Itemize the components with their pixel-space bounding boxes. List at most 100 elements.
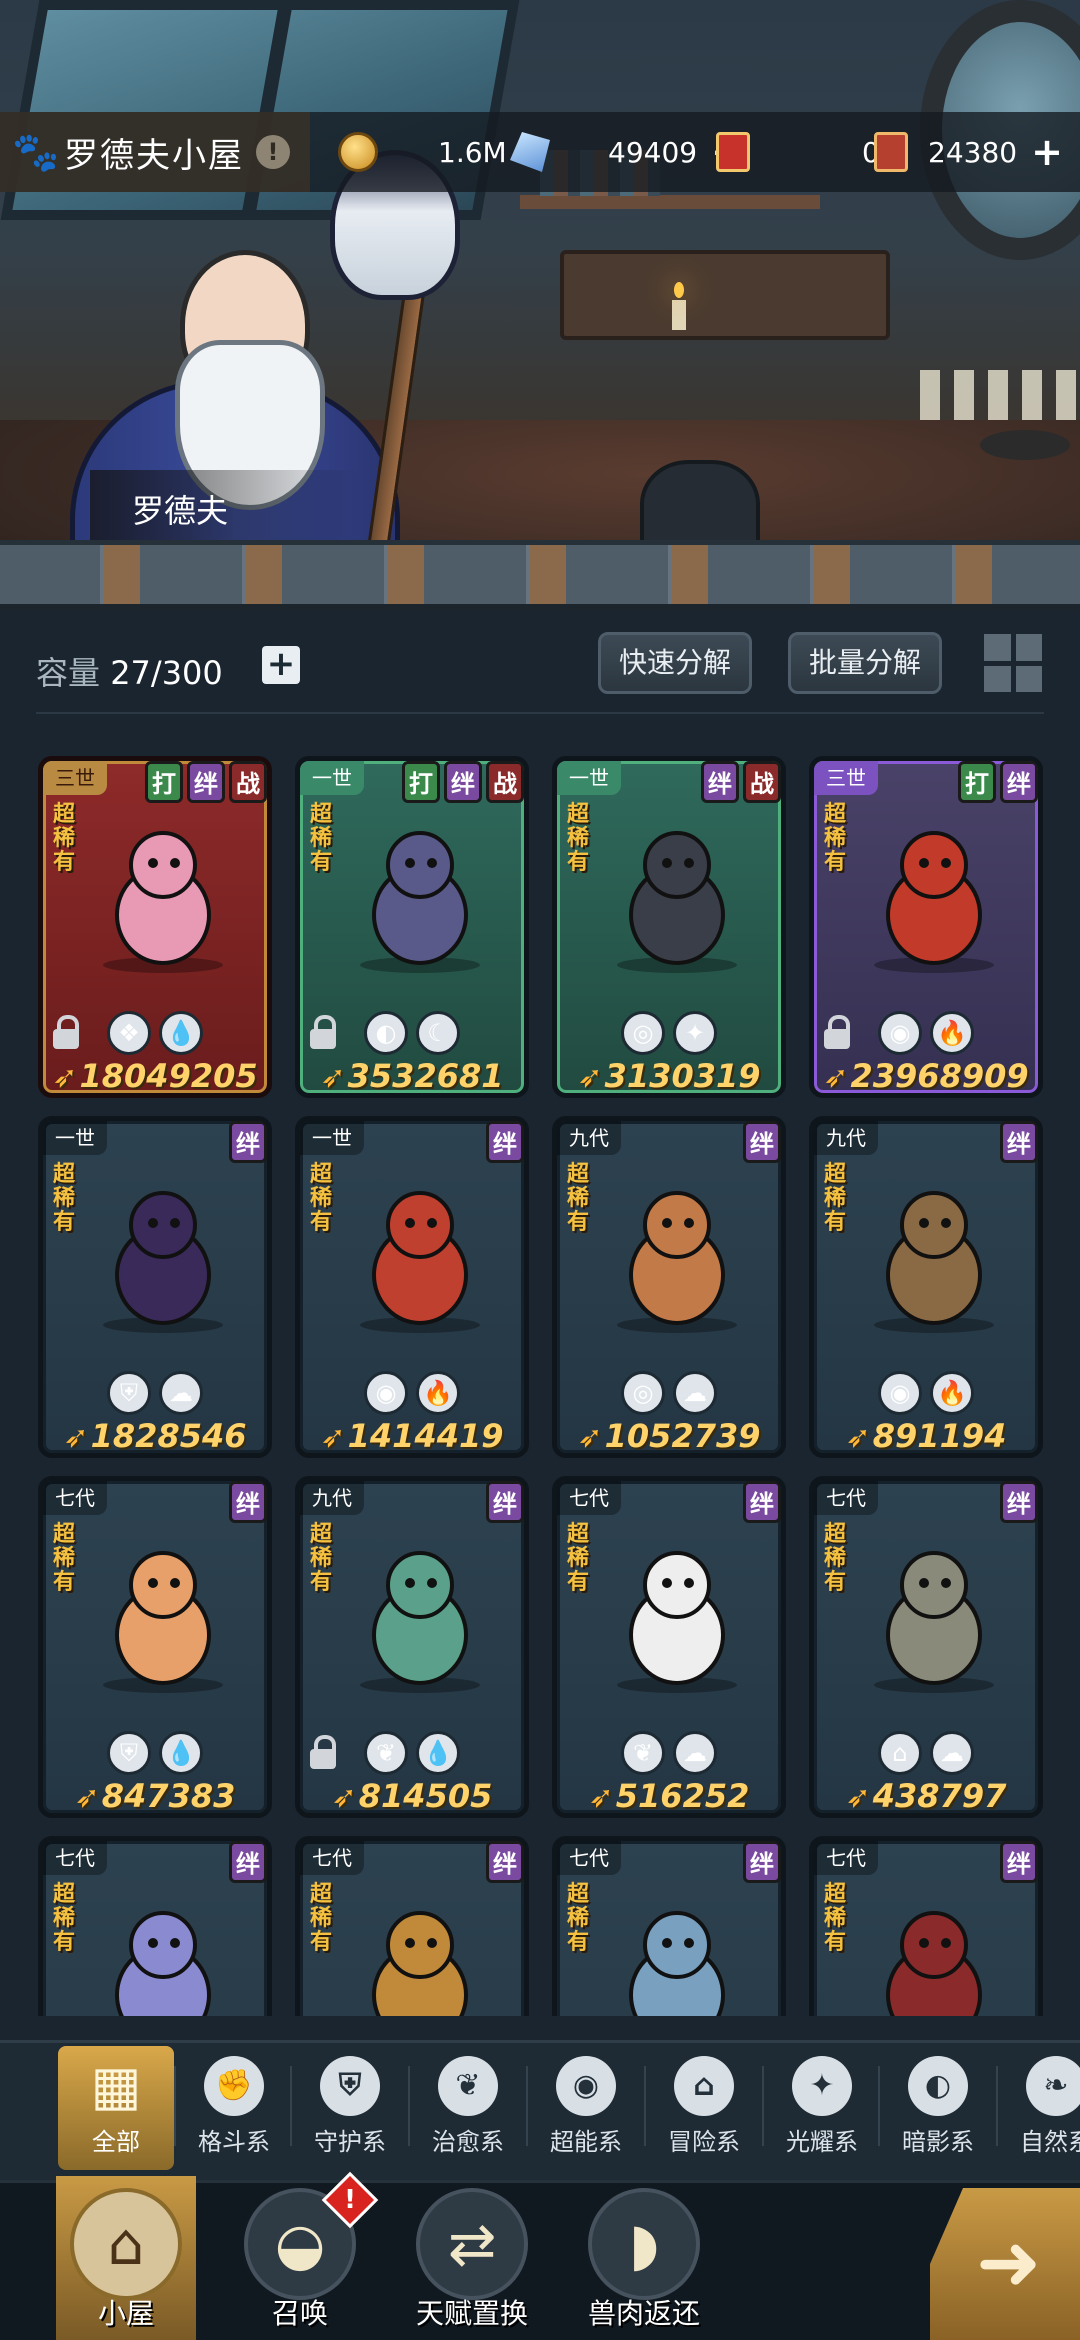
- category-tab[interactable]: ⌂ 冒险系: [646, 2046, 762, 2170]
- monster-card[interactable]: 七代绊超稀有 ❦ ☁ ➶516252: [552, 1476, 786, 1818]
- desk: [560, 250, 890, 340]
- power-arrow-icon: ➶: [845, 1780, 871, 1815]
- monster-portrait: [342, 1895, 498, 2016]
- element-icon: ☁: [673, 1731, 717, 1775]
- crystal-icon: [510, 132, 550, 172]
- category-tab[interactable]: ◐ 暗影系: [880, 2046, 996, 2170]
- card-tag: 打: [145, 761, 183, 803]
- ticket-resource: 0: [716, 112, 880, 192]
- category-tab[interactable]: ◉ 超能系: [528, 2046, 644, 2170]
- card-tag: 战: [743, 761, 781, 803]
- power-number: 516252: [615, 1777, 750, 1815]
- power-number: 3130319: [604, 1057, 761, 1095]
- generation-label: 七代: [300, 1841, 364, 1875]
- element-icon: ◉: [364, 1371, 408, 1415]
- power-number: 1828546: [90, 1417, 247, 1455]
- category-tab[interactable]: ▦ 全部: [58, 2046, 174, 2170]
- rarity-label: 超稀有: [567, 1522, 590, 1595]
- power-value: ➶1828546: [43, 1417, 267, 1455]
- category-tab[interactable]: ✦ 光耀系: [764, 2046, 880, 2170]
- lantern-icon: ⌂: [674, 2056, 734, 2116]
- rarity-label: 超稀有: [824, 1162, 847, 1235]
- monster-portrait: [85, 815, 241, 975]
- nav-label: 召唤: [271, 2297, 328, 2330]
- monster-card[interactable]: 一世绊超稀有 ◉ 🔥 ➶1414419: [295, 1116, 529, 1458]
- card-value: 24380: [928, 135, 1018, 169]
- scene-background: 罗德夫: [0, 0, 1080, 610]
- monster-portrait: [599, 1895, 755, 2016]
- monster-card[interactable]: 七代 绊超稀有: [38, 1836, 272, 2016]
- power-value: ➶3532681: [300, 1057, 524, 1095]
- gold-coin-icon: [338, 132, 378, 172]
- monster-card[interactable]: 九代绊超稀有 ◎ ☁ ➶1052739: [552, 1116, 786, 1458]
- power-number: 847383: [101, 1777, 236, 1815]
- card-tag: 绊: [1000, 1841, 1038, 1883]
- capacity-label: 容量 27/300: [36, 648, 223, 694]
- monster-card[interactable]: 七代 绊超稀有: [295, 1836, 529, 2016]
- rarity-label: 超稀有: [567, 1162, 590, 1235]
- rarity-label: 超稀有: [310, 1162, 333, 1235]
- info-icon[interactable]: !: [256, 135, 290, 169]
- rarity-label: 超稀有: [824, 1882, 847, 1955]
- card-tag: 绊: [229, 1481, 267, 1523]
- capacity-value: 27/300: [110, 654, 223, 692]
- card-resource: 24380 +: [874, 112, 1063, 192]
- power-value: ➶23968909: [814, 1057, 1038, 1095]
- rarity-label: 超稀有: [53, 1522, 76, 1595]
- monster-card[interactable]: 一世绊超稀有 ⛨ ☁ ➶1828546: [38, 1116, 272, 1458]
- card-tag: 绊: [486, 1121, 524, 1163]
- capacity-add-button[interactable]: +: [262, 646, 300, 684]
- generation-label: 一世: [300, 1121, 364, 1155]
- monster-portrait: [342, 815, 498, 975]
- nav-house[interactable]: ⌂ 小屋: [56, 2176, 196, 2340]
- power-number: 438797: [872, 1777, 1007, 1815]
- generation-label: 三世: [814, 761, 878, 795]
- category-tab[interactable]: ✊ 格斗系: [176, 2046, 292, 2170]
- batch-decompose-button[interactable]: 批量分解: [788, 632, 943, 694]
- card-tags: 绊: [482, 1841, 524, 1883]
- monster-card[interactable]: 七代 绊超稀有: [809, 1836, 1043, 2016]
- power-arrow-icon: ➶: [63, 1420, 89, 1455]
- category-label: 冒险系: [668, 2128, 740, 2156]
- monster-card[interactable]: 一世打绊战超稀有 ◐ ☾ ➶3532681: [295, 756, 529, 1098]
- element-icon: ⌂: [878, 1731, 922, 1775]
- card-add-button[interactable]: +: [1031, 130, 1063, 174]
- capacity-text: 容量: [36, 654, 101, 692]
- badge-text: !: [344, 2185, 356, 2215]
- element-icon: 💧: [159, 1011, 203, 1055]
- card-tag: 绊: [187, 761, 225, 803]
- category-tab[interactable]: ❦ 治愈系: [410, 2046, 526, 2170]
- generation-label: 一世: [43, 1121, 107, 1155]
- nav-swap-arrows[interactable]: ⇄ 天赋置换: [402, 2176, 542, 2340]
- nav-label: 兽肉返还: [587, 2297, 700, 2330]
- category-tab[interactable]: ⛨ 守护系: [292, 2046, 408, 2170]
- monster-card[interactable]: 九代绊超稀有 ❦ 💧 ➶814505: [295, 1476, 529, 1818]
- element-icon: ◐: [364, 1011, 408, 1055]
- monster-card[interactable]: 七代绊超稀有 ⌂ ☁ ➶438797: [809, 1476, 1043, 1818]
- quick-decompose-button[interactable]: 快速分解: [598, 632, 753, 694]
- monster-card[interactable]: 七代绊超稀有 ⛨ 💧 ➶847383: [38, 1476, 272, 1818]
- power-arrow-icon: ➶: [320, 1060, 346, 1095]
- power-number: 891194: [872, 1417, 1007, 1455]
- element-icons: ◉ 🔥: [814, 1371, 1038, 1415]
- generation-label: 七代: [557, 1481, 621, 1515]
- monster-card[interactable]: 九代绊超稀有 ◉ 🔥 ➶891194: [809, 1116, 1043, 1458]
- power-arrow-icon: ➶: [823, 1060, 849, 1095]
- monster-portrait: [342, 1535, 498, 1695]
- monster-card[interactable]: 三世打绊超稀有 ◉ 🔥 ➶23968909: [809, 756, 1043, 1098]
- category-tab[interactable]: ❧ 自然系: [998, 2046, 1080, 2170]
- grid-view-icon[interactable]: [984, 634, 1042, 692]
- shelf: [520, 195, 820, 209]
- sprout-icon: ❦: [438, 2056, 498, 2116]
- monster-portrait: [599, 815, 755, 975]
- power-value: ➶1414419: [300, 1417, 524, 1453]
- category-label: 暗影系: [902, 2128, 974, 2156]
- element-icons: ❖ 💧: [43, 1011, 267, 1055]
- generation-label: 九代: [814, 1121, 878, 1155]
- star-cross-icon: ✦: [792, 2056, 852, 2116]
- monster-card[interactable]: 三世打绊战超稀有 ❖ 💧 ➶18049205: [38, 756, 272, 1098]
- meat-icon: ◗: [588, 2188, 700, 2300]
- nav-meat[interactable]: ◗ 兽肉返还: [574, 2176, 714, 2340]
- monster-card[interactable]: 七代 绊超稀有: [552, 1836, 786, 2016]
- monster-card[interactable]: 一世绊战超稀有 ◎ ✦ ➶3130319: [552, 756, 786, 1098]
